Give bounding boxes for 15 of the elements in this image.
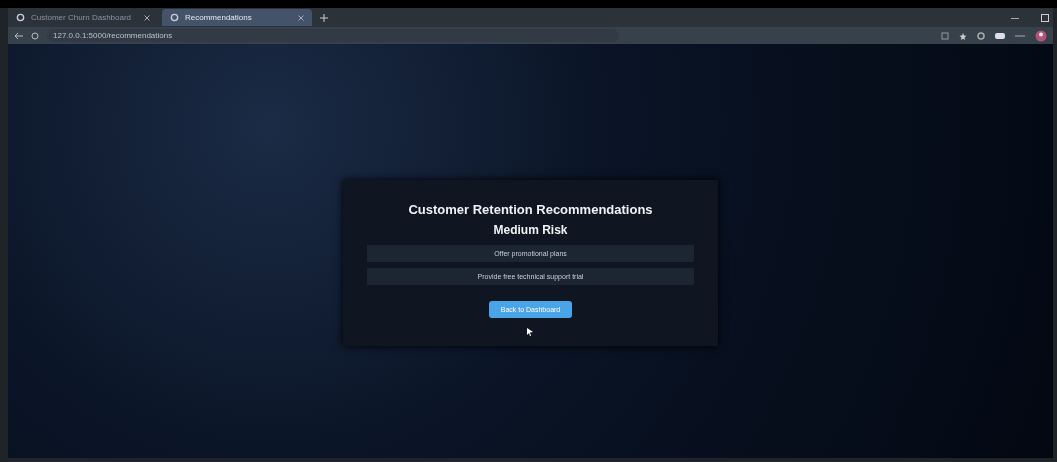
browser-tab[interactable]: Customer Churn Dashboard	[8, 9, 158, 26]
favorites-icon[interactable]	[959, 31, 967, 40]
risk-level: Medium Risk	[493, 223, 568, 237]
new-tab-icon[interactable]	[320, 13, 328, 22]
close-icon[interactable]	[298, 14, 304, 21]
maximize-icon[interactable]	[1041, 13, 1049, 22]
address-bar[interactable]: 127.0.0.1:5000/recommendations	[47, 29, 619, 42]
back-icon[interactable]	[14, 31, 23, 40]
close-icon[interactable]	[144, 14, 150, 21]
browser-tab[interactable]: Recommendations	[162, 9, 312, 26]
page-icon	[16, 13, 25, 22]
card-title: Customer Retention Recommendations	[408, 202, 653, 217]
cursor-icon	[527, 328, 534, 336]
page-icon	[170, 13, 179, 22]
profile-icon[interactable]	[1035, 29, 1047, 42]
